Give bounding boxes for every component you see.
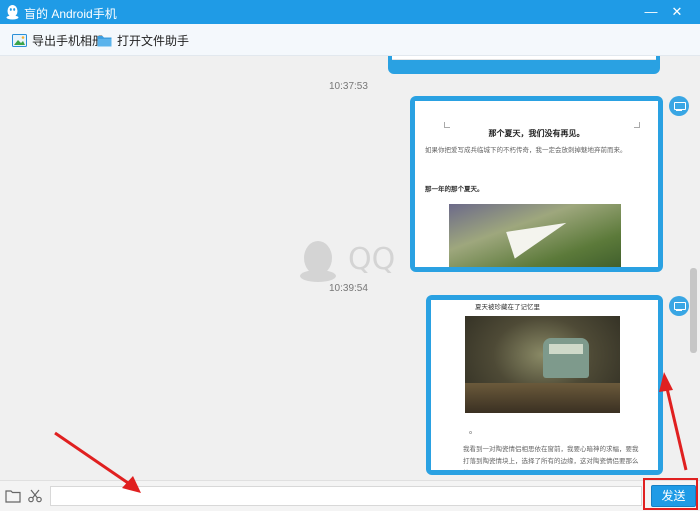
document-subtitle: 那一年的那个夏天。 (425, 186, 484, 193)
watermark-text: QQ (348, 242, 396, 277)
close-button[interactable]: ✕ (668, 3, 686, 21)
qq-penguin-icon (300, 241, 336, 282)
document-heading: 夏天被珍藏在了记忆里 (475, 304, 540, 311)
input-bar: 发送 (0, 480, 700, 511)
screenshot-scissors-icon[interactable] (27, 489, 43, 503)
document-title: 那个夏天，我们没有再见。 (488, 129, 585, 138)
send-button[interactable]: 发送 (651, 485, 696, 507)
previous-message-preview (392, 56, 656, 60)
paper-plane-shape (506, 213, 572, 259)
chat-area: 10:37:53 QQ 那个夏天，我们没有再见。 如果你把爱写成兵临城下的不朽传… (0, 56, 700, 480)
road-shape (465, 383, 620, 413)
document-paragraph: 如果你把爱写成兵临城下的不朽传奇，我一定会放刺掉魅地弃前而来。 (425, 147, 627, 154)
open-file-assistant-button[interactable]: 打开文件助手 (97, 31, 189, 49)
message-bubble-document[interactable]: 那个夏天，我们没有再见。 如果你把爱写成兵临城下的不朽传奇，我一定会放刺掉魅地弃… (410, 96, 663, 272)
document-mark: 。 (469, 426, 477, 435)
message-bubble-document[interactable]: 夏天被珍藏在了记忆里 。 我看到一对陶瓷情侣相思依在窗前，我要心暗神的求幅，要我… (426, 295, 663, 475)
device-avatar-icon (669, 96, 689, 116)
document-preview: 那个夏天，我们没有再见。 如果你把爱写成兵临城下的不朽传奇，我一定会放刺掉魅地弃… (415, 101, 658, 267)
message-input[interactable] (50, 486, 642, 506)
document-preview: 夏天被珍藏在了记忆里 。 我看到一对陶瓷情侣相思依在窗前，我要心暗神的求幅，要我… (431, 300, 658, 470)
van-shape (543, 338, 589, 378)
export-phone-album-button[interactable]: 导出手机相册 (12, 31, 104, 49)
device-avatar-icon (669, 296, 689, 316)
toolbar: 导出手机相册 打开文件助手 (0, 24, 700, 56)
qq-watermark: QQ (296, 238, 406, 284)
previous-message-bubble[interactable] (388, 56, 660, 74)
paper-plane-photo (449, 204, 621, 267)
send-file-folder-icon[interactable] (5, 489, 21, 503)
export-label: 导出手机相册 (32, 33, 105, 48)
title-bar: 盲的 Android手机 — ✕ (0, 0, 700, 24)
open-label: 打开文件助手 (117, 33, 190, 48)
document-paragraph: 我看到一对陶瓷情侣相思依在窗前，我要心暗神的求幅，要我打落到陶瓷情块上，选择了所… (463, 446, 639, 465)
minimize-button[interactable]: — (642, 3, 660, 21)
message-timestamp: 10:39:54 (329, 283, 368, 294)
message-timestamp: 10:37:53 (329, 81, 368, 92)
qq-penguin-icon (6, 5, 19, 20)
window-title: 盲的 Android手机 (24, 7, 117, 21)
chat-scrollbar[interactable] (690, 268, 697, 353)
toy-van-photo (465, 316, 620, 413)
photo-export-icon (12, 33, 27, 47)
folder-icon (97, 35, 112, 46)
